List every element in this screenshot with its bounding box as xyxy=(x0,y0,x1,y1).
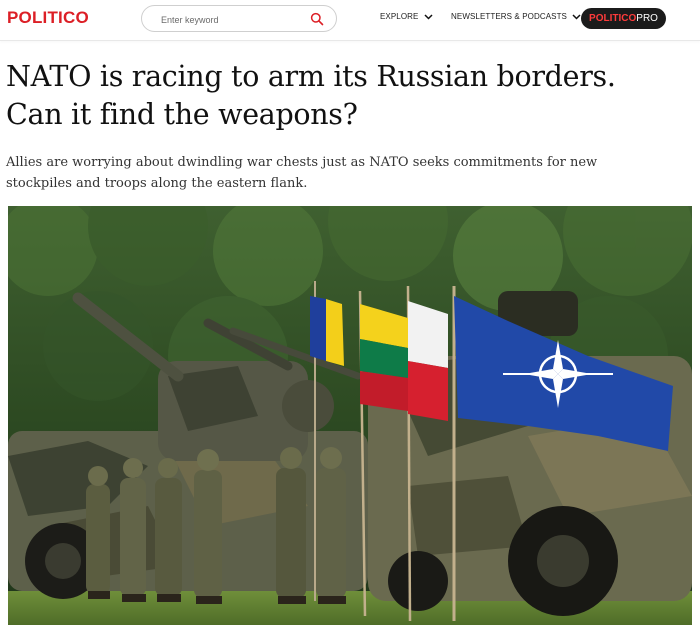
article-hero-image xyxy=(8,206,692,625)
search-icon[interactable] xyxy=(310,12,324,26)
nav-newsletters-label: NEWSLETTERS & PODCASTS xyxy=(451,12,567,21)
article-headline: NATO is racing to arm its Russian border… xyxy=(6,60,616,131)
pro-button-brand: POLITICO xyxy=(589,13,637,24)
site-header: POLITICO EXPLORE NEWSLETTERS & PODCASTS … xyxy=(0,0,700,41)
nav-newsletters-podcasts[interactable]: NEWSLETTERS & PODCASTS xyxy=(451,12,581,21)
article-dek: Allies are worrying about dwindling war … xyxy=(6,155,598,191)
pro-button-suffix: PRO xyxy=(636,13,658,24)
nav-explore-label: EXPLORE xyxy=(380,12,419,21)
chevron-down-icon xyxy=(423,13,433,20)
nav-explore[interactable]: EXPLORE xyxy=(380,12,433,21)
politico-pro-button[interactable]: POLITICO PRO xyxy=(581,8,666,29)
politico-logo[interactable]: POLITICO xyxy=(7,8,89,28)
chevron-down-icon xyxy=(572,13,581,20)
search-box[interactable] xyxy=(141,5,337,32)
search-input[interactable] xyxy=(159,11,303,29)
